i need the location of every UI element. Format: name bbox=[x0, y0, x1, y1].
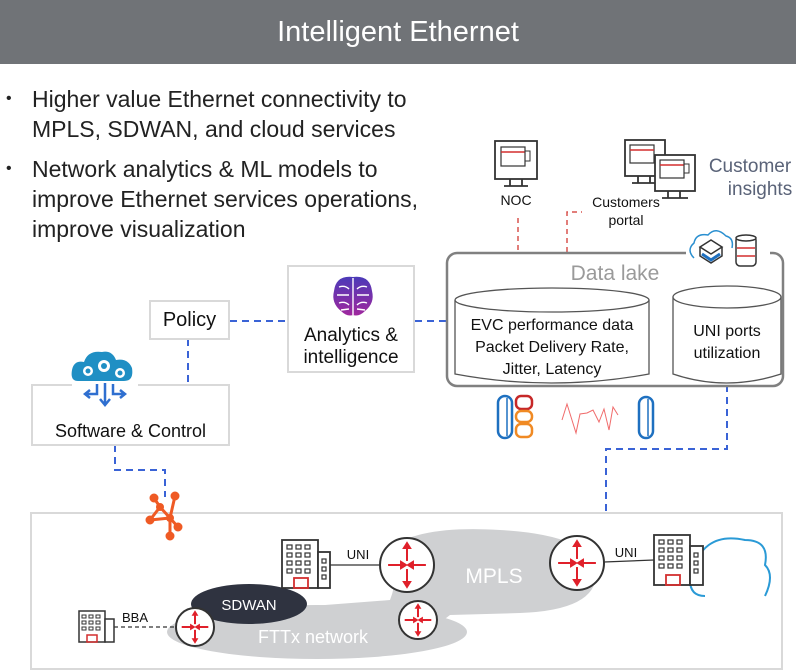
policy-box: Policy bbox=[149, 300, 230, 340]
analytics-label-1: Analytics & bbox=[304, 325, 398, 346]
customers-portal-icon bbox=[624, 139, 696, 199]
customer-insights-label-1: Customer bbox=[709, 156, 792, 177]
evc-line-3: Jitter, Latency bbox=[503, 361, 602, 378]
fttx-label: FTTx network bbox=[258, 627, 369, 647]
customers-portal-label-2: portal bbox=[608, 212, 643, 228]
software-control-label: Software & Control bbox=[54, 421, 207, 441]
router-icon bbox=[175, 607, 215, 647]
database-icon bbox=[735, 234, 757, 267]
customer-insights-label-2: insights bbox=[728, 179, 792, 200]
customers-portal-label-1: Customers bbox=[592, 194, 660, 210]
evc-data-store: EVC performance data Packet Delivery Rat… bbox=[454, 287, 650, 384]
brain-icon bbox=[333, 276, 373, 316]
router-icon bbox=[549, 535, 605, 591]
sdwan-label: SDWAN bbox=[221, 597, 276, 614]
router-icon bbox=[379, 537, 435, 593]
bba-label: BBA bbox=[122, 610, 148, 625]
uni-label-right: UNI bbox=[615, 545, 637, 560]
evc-line-2: Packet Delivery Rate, bbox=[475, 339, 629, 356]
mpls-label: MPLS bbox=[465, 565, 522, 588]
policy-label: Policy bbox=[162, 309, 217, 331]
uni-data-store: UNI ports utilization bbox=[672, 285, 782, 384]
noc-monitor-icon bbox=[494, 140, 538, 187]
portal-link bbox=[566, 211, 582, 252]
datalake-network-link bbox=[605, 385, 728, 512]
evc-line-1: EVC performance data bbox=[471, 317, 634, 334]
uni-label-left: UNI bbox=[347, 547, 369, 562]
uni-line-2: utilization bbox=[694, 345, 761, 362]
noc-label: NOC bbox=[500, 192, 531, 208]
stacked-storage-icon bbox=[514, 394, 534, 439]
uni-line-1: UNI ports bbox=[693, 323, 761, 340]
disk-blue-icon bbox=[496, 394, 514, 440]
router-icon bbox=[398, 600, 438, 640]
software-control-box: Software & Control bbox=[31, 384, 230, 446]
software-hub-link bbox=[114, 445, 166, 497]
disk-blue-icon-2 bbox=[637, 395, 655, 440]
analytics-label: Analytics & intelligence bbox=[289, 325, 413, 369]
sparkline-icon bbox=[561, 402, 619, 435]
red-connectors bbox=[517, 211, 582, 252]
data-lake-label: Data lake bbox=[571, 262, 660, 285]
analytics-box: Analytics & intelligence bbox=[287, 265, 415, 373]
analytics-label-2: intelligence bbox=[303, 347, 399, 368]
